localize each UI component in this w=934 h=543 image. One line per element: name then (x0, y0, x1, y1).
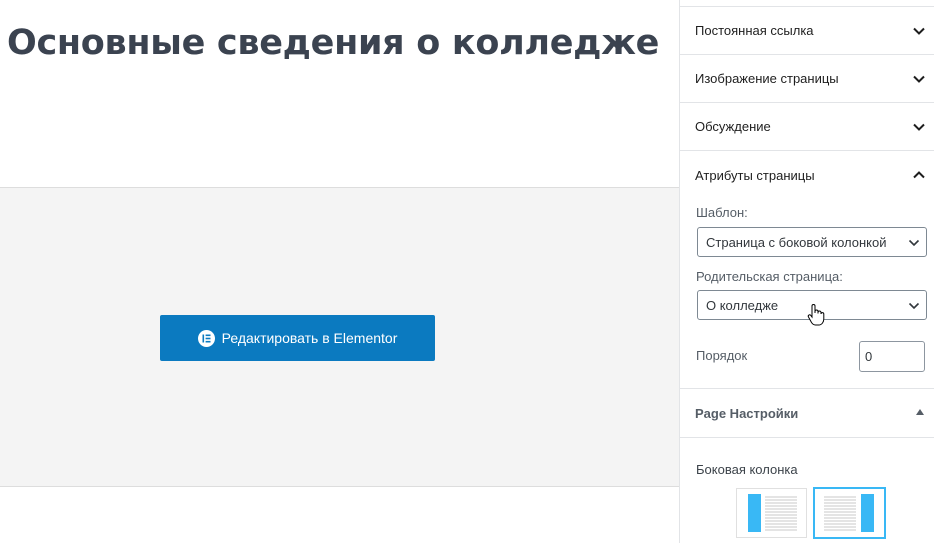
chevron-down-icon (913, 123, 925, 131)
edit-with-elementor-label: Редактировать в Elementor (221, 330, 398, 346)
layout-left-sidebar-option[interactable] (736, 488, 807, 538)
triangle-up-icon (916, 409, 924, 415)
editor-canvas: Основные сведения о колледже Редактирова… (0, 0, 679, 543)
parent-page-label: Родительская страница: (696, 269, 843, 284)
parent-page-select-value: О колледже (706, 297, 779, 313)
panel-divider (680, 0, 934, 7)
order-input[interactable]: 0 (859, 341, 925, 372)
document-settings-sidebar: Постоянная ссылка Изображение страницы О… (679, 0, 934, 543)
chevron-up-icon (913, 171, 925, 179)
panel-page-settings-label: Page Настройки (695, 405, 799, 421)
panel-discussion[interactable]: Обсуждение (680, 103, 934, 151)
chevron-down-icon (908, 302, 920, 310)
chevron-down-icon (913, 75, 925, 83)
page-title[interactable]: Основные сведения о колледже (7, 16, 667, 70)
order-label: Порядок (696, 348, 748, 363)
panel-discussion-label: Обсуждение (695, 119, 771, 134)
chevron-down-icon (908, 239, 920, 247)
panel-featured-image-label: Изображение страницы (695, 71, 839, 86)
panel-page-settings[interactable]: Page Настройки (680, 389, 934, 438)
template-select[interactable]: Страница с боковой колонкой (697, 227, 927, 257)
template-select-value: Страница с боковой колонкой (706, 234, 887, 250)
template-label: Шаблон: (696, 205, 748, 220)
panel-featured-image[interactable]: Изображение страницы (680, 55, 934, 103)
right-sidebar-layout-icon (824, 494, 874, 532)
chevron-down-icon (913, 27, 925, 35)
panel-permalink[interactable]: Постоянная ссылка (680, 7, 934, 55)
hand-cursor-icon (807, 304, 825, 326)
elementor-icon (197, 329, 215, 347)
panel-page-attributes[interactable]: Атрибуты страницы (680, 151, 934, 199)
panel-page-attributes-label: Атрибуты страницы (695, 167, 815, 183)
left-sidebar-layout-icon (748, 494, 797, 532)
sidebar-layout-picker (736, 488, 886, 540)
edit-with-elementor-button[interactable]: Редактировать в Elementor (160, 315, 435, 361)
panel-permalink-label: Постоянная ссылка (695, 23, 814, 38)
sidebar-layout-label: Боковая колонка (696, 462, 798, 477)
layout-right-sidebar-option[interactable] (814, 488, 885, 538)
elementor-placeholder: Редактировать в Elementor (0, 187, 679, 487)
